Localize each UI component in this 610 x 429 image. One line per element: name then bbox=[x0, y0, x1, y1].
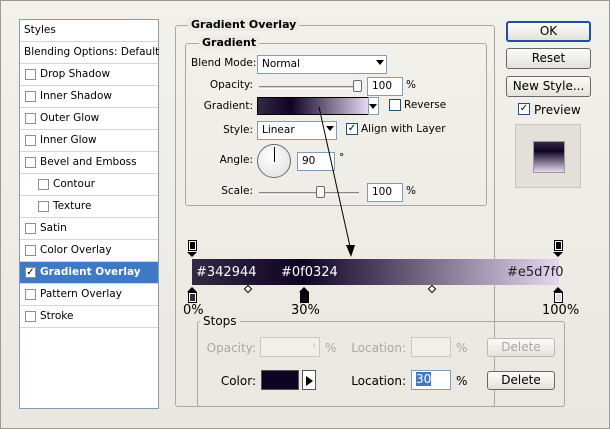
stop-color-menu-button[interactable] bbox=[302, 370, 316, 390]
stop-color-location-unit: % bbox=[456, 374, 468, 388]
color-stop-delete-button[interactable]: Delete bbox=[487, 371, 555, 390]
stop-color-location-value: 30 bbox=[416, 372, 432, 386]
stop-opacity-location-input bbox=[411, 337, 451, 357]
opacity-stop-delete-button: Delete bbox=[487, 338, 555, 357]
chevron-right-icon: › bbox=[312, 341, 316, 351]
play-arrow-icon bbox=[306, 376, 313, 386]
stop-opacity-location-unit: % bbox=[456, 341, 468, 355]
stops-group bbox=[197, 321, 565, 407]
layer-style-dialog: Styles Blending Options: Default Drop Sh… bbox=[0, 0, 610, 429]
stop-color-location-label: Location: bbox=[351, 374, 406, 388]
stop-color-swatch[interactable] bbox=[261, 370, 299, 390]
stop-color-location-input[interactable]: 30 bbox=[411, 370, 451, 390]
stops-title: Stops bbox=[200, 314, 240, 328]
stop-opacity-label: Opacity: bbox=[206, 341, 256, 355]
stop-opacity-input: › bbox=[260, 337, 320, 357]
stop-opacity-unit: % bbox=[325, 341, 337, 355]
stop-color-label: Color: bbox=[220, 374, 256, 388]
stop-opacity-location-label: Location: bbox=[351, 341, 406, 355]
